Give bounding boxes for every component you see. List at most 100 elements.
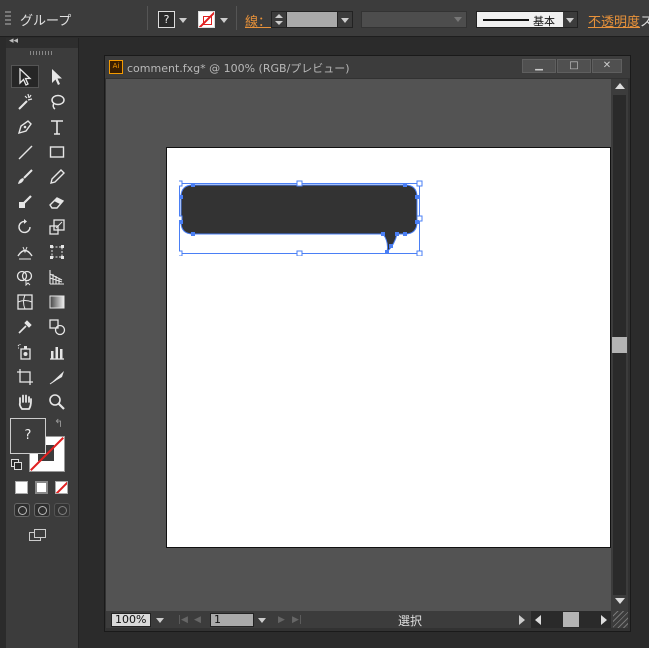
scroll-up-arrow-icon[interactable] (615, 83, 625, 89)
document-window: Ai comment.fxg* @ 100% (RGB/プレビュー) ▁ □ ✕ (104, 55, 631, 632)
mesh-icon (17, 294, 33, 310)
line-icon (18, 145, 33, 160)
close-button[interactable]: ✕ (592, 59, 622, 73)
eyedropper-tool[interactable] (11, 315, 39, 338)
symbol-sprayer-tool[interactable] (11, 340, 39, 363)
rotate-icon (18, 219, 31, 234)
line-segment-tool[interactable] (11, 140, 39, 163)
speech-bubble-group[interactable] (179, 178, 425, 256)
draw-normal-icon[interactable] (14, 503, 30, 517)
stroke-weight-field[interactable] (271, 11, 353, 28)
width-tool[interactable] (11, 240, 39, 263)
slice-tool[interactable] (43, 365, 71, 388)
horizontal-scroll-thumb[interactable] (563, 612, 579, 627)
hand-tool[interactable] (11, 390, 39, 413)
document-title: comment.fxg* @ 100% (RGB/プレビュー) (127, 62, 350, 75)
pencil-tool[interactable] (43, 165, 71, 188)
swap-fill-stroke-icon[interactable]: ↰ (54, 417, 63, 430)
shape-builder-tool[interactable] (11, 265, 39, 288)
direct-selection-tool[interactable] (43, 65, 71, 88)
last-artboard-icon[interactable]: ▶| (292, 615, 302, 625)
artboard-dropdown-arrow[interactable] (255, 613, 269, 627)
horizontal-scrollbar[interactable] (531, 611, 611, 628)
zoom-tool[interactable] (43, 390, 71, 413)
magic-wand-tool[interactable] (11, 90, 39, 113)
opacity-panel-link[interactable]: 不透明度 (588, 11, 640, 30)
scroll-right-arrow-icon[interactable] (601, 615, 607, 625)
status-text[interactable]: 選択 (398, 612, 422, 629)
selection-type-label: グループ (20, 14, 72, 29)
next-artboard-icon[interactable]: ▶ (278, 615, 285, 625)
separator (147, 6, 148, 30)
stroke-weight-stepper[interactable] (272, 12, 287, 27)
previous-artboard-icon[interactable]: ◀ (194, 615, 201, 625)
default-fill-stroke-icon[interactable] (11, 459, 22, 470)
tools-panel-header[interactable]: ◂◂ (6, 36, 78, 48)
type-tool[interactable] (43, 115, 71, 138)
draw-inside-icon[interactable] (54, 503, 70, 517)
artboard-number-field[interactable]: 1 (210, 613, 254, 627)
blend-tool[interactable] (43, 315, 71, 338)
none-mode-button[interactable] (55, 481, 68, 494)
tools-panel: ◂◂ ? ↰ (6, 36, 79, 648)
change-screen-mode-icon[interactable] (29, 529, 47, 541)
first-artboard-icon[interactable]: |◀ (178, 615, 188, 625)
eraser-tool[interactable] (43, 190, 71, 213)
draw-behind-icon[interactable] (34, 503, 50, 517)
window-resize-grip[interactable] (613, 611, 628, 628)
rectangle-icon (49, 146, 65, 158)
gradient-icon (49, 295, 65, 309)
stroke-dropdown-arrow[interactable] (218, 11, 228, 28)
vertical-scroll-thumb[interactable] (612, 337, 627, 353)
mesh-tool[interactable] (11, 290, 39, 313)
illustrator-file-icon: Ai (109, 60, 123, 74)
status-menu-arrow-icon[interactable] (519, 615, 525, 625)
document-title-bar[interactable]: Ai comment.fxg* @ 100% (RGB/プレビュー) ▁ □ ✕ (105, 56, 630, 78)
brush-dropdown-arrow[interactable] (563, 12, 577, 27)
paintbrush-tool[interactable] (11, 165, 39, 188)
blob-brush-tool[interactable] (11, 190, 39, 213)
control-bar-grip[interactable] (5, 11, 11, 25)
rotate-tool[interactable] (11, 215, 39, 238)
canvas-area[interactable] (106, 79, 611, 611)
column-graph-tool[interactable] (43, 340, 71, 363)
free-transform-tool[interactable] (43, 240, 71, 263)
scale-tool[interactable] (43, 215, 71, 238)
direct-selection-icon (52, 69, 62, 85)
zoom-dropdown-arrow[interactable] (152, 613, 168, 627)
gradient-tool[interactable] (43, 290, 71, 313)
lasso-tool[interactable] (43, 90, 71, 113)
speech-bubble-shape[interactable] (180, 184, 418, 254)
fill-color-box[interactable]: ? (10, 418, 46, 454)
scroll-down-arrow-icon[interactable] (615, 598, 625, 604)
color-mode-button[interactable] (15, 481, 28, 494)
gradient-mode-button[interactable] (35, 481, 48, 494)
free-transform-icon (50, 245, 64, 259)
perspective-grid-tool[interactable] (43, 265, 71, 288)
pen-tool[interactable] (11, 115, 39, 138)
brush-definition-dropdown[interactable]: 基本 (476, 11, 578, 28)
control-bar: グループ ? 線： 基本 不透明度 ス (0, 0, 649, 37)
pen-icon (17, 120, 32, 135)
fill-dropdown-arrow[interactable] (177, 11, 187, 28)
style-label[interactable]: ス (640, 11, 649, 30)
variable-width-profile-dropdown[interactable] (361, 11, 467, 28)
tools-panel-grip[interactable] (30, 51, 54, 55)
stroke-swatch[interactable] (198, 11, 215, 28)
maximize-button[interactable]: □ (557, 59, 591, 73)
column-graph-icon (50, 347, 64, 360)
rectangle-tool[interactable] (43, 140, 71, 163)
scroll-left-arrow-icon[interactable] (535, 615, 541, 625)
zoom-level-field[interactable]: 100% (111, 613, 151, 627)
minimize-button[interactable]: ▁ (522, 59, 556, 73)
fill-swatch[interactable]: ? (158, 11, 175, 28)
stroke-weight-dropdown-arrow[interactable] (337, 12, 352, 27)
separator (236, 6, 237, 30)
artboard-tool[interactable] (11, 365, 39, 388)
selection-tool[interactable] (11, 65, 39, 88)
collapse-panel-icon[interactable]: ◂◂ (9, 36, 18, 46)
eraser-icon (49, 197, 65, 209)
blob-brush-icon (19, 195, 32, 208)
vertical-scrollbar[interactable] (611, 79, 628, 611)
stroke-panel-link[interactable]: 線： (245, 11, 271, 30)
